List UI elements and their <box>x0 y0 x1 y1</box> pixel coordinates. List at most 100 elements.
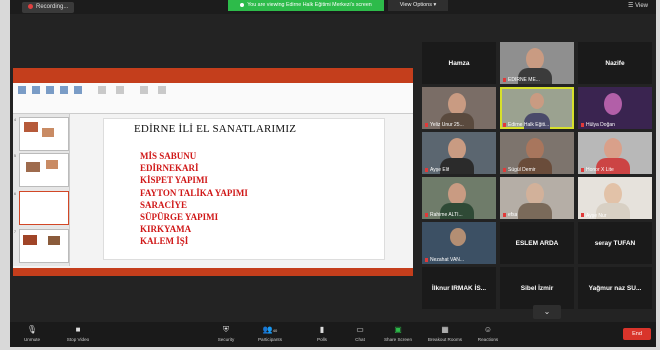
stop-video-button[interactable]: ■ Stop Video <box>58 325 98 342</box>
slide-thumbnail[interactable] <box>19 117 69 151</box>
list-item: KIRKYAMA <box>140 224 192 235</box>
view-label: View <box>635 3 648 9</box>
participant-tile[interactable]: EDİRNE ME... <box>500 42 574 84</box>
top-bar: Recording... You are viewing Edirne Halk… <box>10 0 656 14</box>
participant-name: ESLEM ARDA <box>515 239 559 247</box>
participant-label: Hülya Doğan <box>581 122 615 128</box>
slide-bullet-list: MİS SABUNU EDİRNEKARİ KİSPET YAPIMI FAYT… <box>140 150 248 248</box>
security-button[interactable]: ⛨ Security <box>206 325 246 342</box>
ribbon-button[interactable] <box>57 86 71 95</box>
viewing-share-banner: You are viewing Edirne Halk Eğitimi Merk… <box>228 0 384 11</box>
participant-video <box>448 183 466 205</box>
participant-video <box>448 138 466 160</box>
participant-label: EDİRNE ME... <box>503 77 540 83</box>
ribbon-button[interactable] <box>29 86 43 95</box>
reactions-button[interactable]: ☺ Reactions <box>468 325 508 342</box>
stop-video-label: Stop Video <box>66 337 90 342</box>
participant-video <box>450 228 466 246</box>
share-dot-icon <box>240 2 245 7</box>
participant-label: Nezahat VAN... <box>425 257 464 263</box>
participant-video <box>604 138 622 160</box>
participant-tile[interactable]: Yağmur naz SU... <box>578 267 652 309</box>
current-slide: EDİRNE İLİ EL SANATLARIMIZ MİS SABUNU ED… <box>103 118 385 260</box>
participant-label: Honor X Lite <box>581 167 614 173</box>
list-item: EDİRNEKARİ <box>140 163 199 174</box>
chat-bubble-icon: ▭ <box>356 325 364 334</box>
participant-tile[interactable]: Ayşe Elif <box>422 132 496 174</box>
slide-thumbnails: 4 5 6 7 <box>13 114 70 266</box>
polls-button[interactable]: ▮ Polls <box>302 325 342 342</box>
thumb-number: 5 <box>14 154 16 158</box>
thumb-number: 6 <box>14 192 16 196</box>
shared-screen: DOSYA GİRİŞ EKLE TASARIM GEÇİŞLER ANİMAS… <box>13 68 413 276</box>
slide-thumbnail-current[interactable] <box>19 191 69 225</box>
breakout-label: Breakout Rooms <box>427 337 463 342</box>
participant-tile[interactable]: Nezahat VAN... <box>422 222 496 264</box>
ribbon-tabs: DOSYA GİRİŞ EKLE TASARIM GEÇİŞLER ANİMAS… <box>13 75 413 91</box>
participant-label: Rahime ALTI... <box>425 212 463 218</box>
participant-label: efsa <box>503 212 517 218</box>
participants-label: Participants <box>257 337 282 342</box>
view-options-button[interactable]: View Options ▾ <box>388 0 448 11</box>
list-item: SARACİYE <box>140 199 188 210</box>
participant-tile[interactable]: Nazife <box>578 42 652 84</box>
security-label: Security <box>217 337 235 342</box>
participant-label: Edirne Halk Eğiti... <box>503 122 549 128</box>
gallery-next-page-chevron-down-icon[interactable]: ⌄ <box>533 305 561 319</box>
list-item: KALEM İŞİ <box>140 236 189 247</box>
breakout-rooms-button[interactable]: ▦ Breakout Rooms <box>422 325 468 342</box>
participant-video <box>530 93 544 109</box>
participant-video <box>604 93 622 115</box>
slide-thumbnail[interactable] <box>19 153 69 187</box>
participant-tile[interactable]: seray TUFAN <box>578 222 652 264</box>
unmute-button[interactable]: 🎙 Unmute <box>12 325 52 342</box>
participant-tile[interactable]: Rahime ALTI... <box>422 177 496 219</box>
participant-name: Nazife <box>605 59 625 67</box>
smiley-icon: ☺ <box>483 325 493 334</box>
ribbon-button[interactable] <box>137 86 151 95</box>
chat-button[interactable]: ▭ Chat <box>340 325 380 342</box>
thumb-number: 4 <box>14 118 16 122</box>
participant-tile[interactable]: ESLEM ARDA <box>500 222 574 264</box>
powerpoint-titlebar <box>13 68 413 75</box>
slide-thumbnail[interactable] <box>19 229 69 263</box>
participant-name: Sibel İzmir <box>520 284 554 292</box>
participant-tile[interactable]: Sügül Demir <box>500 132 574 174</box>
participant-label: Ayşe Nur <box>581 213 606 219</box>
ribbon-button[interactable] <box>71 86 85 95</box>
participant-tile[interactable]: efsa <box>500 177 574 219</box>
participant-name: seray TUFAN <box>594 239 636 247</box>
slide-title: EDİRNE İLİ EL SANATLARIMIZ <box>134 123 297 135</box>
participant-name: İlknur IRMAK İS... <box>431 284 487 292</box>
ribbon-button[interactable] <box>43 86 57 95</box>
ribbon-button[interactable] <box>155 86 169 95</box>
share-screen-button[interactable]: ▣ Share Screen <box>378 325 418 342</box>
ribbon-button[interactable] <box>15 86 29 95</box>
participant-video <box>526 183 544 205</box>
participant-tile[interactable]: Honor X Lite <box>578 132 652 174</box>
ribbon <box>13 83 413 114</box>
recording-label: Recording... <box>36 4 69 10</box>
shield-icon: ⛨ <box>223 325 229 334</box>
participant-tile-active-speaker[interactable]: Edirne Halk Eğiti... <box>500 87 574 129</box>
participant-tile[interactable]: Yeliz Unur 25... <box>422 87 496 129</box>
meeting-toolbar: 🎙 Unmute ■ Stop Video ⛨ Security 👥40 Partici… <box>10 322 656 347</box>
polls-label: Polls <box>317 337 327 342</box>
participant-tile[interactable]: İlknur IRMAK İS... <box>422 267 496 309</box>
participant-label: Ayşe Elif <box>425 167 449 173</box>
recording-indicator[interactable]: Recording... <box>22 2 75 13</box>
reactions-label: Reactions <box>477 337 499 342</box>
participants-button[interactable]: 👥40 Participants <box>250 325 290 342</box>
ribbon-button[interactable] <box>113 86 127 95</box>
view-button[interactable]: ☰ View <box>628 2 648 9</box>
participant-video <box>526 48 544 70</box>
share-arrow-icon: ▣ <box>394 325 402 334</box>
grid-icon: ▦ <box>441 325 449 334</box>
participant-tile[interactable]: Hülya Doğan <box>578 87 652 129</box>
view-options-label: View Options <box>399 2 432 8</box>
ribbon-button[interactable] <box>95 86 109 95</box>
end-meeting-button[interactable]: End <box>623 328 651 340</box>
participant-tile[interactable]: Hamza <box>422 42 496 84</box>
participant-tile[interactable]: Sibel İzmir <box>500 267 574 309</box>
participant-label: Yeliz Unur 25... <box>425 122 464 128</box>
